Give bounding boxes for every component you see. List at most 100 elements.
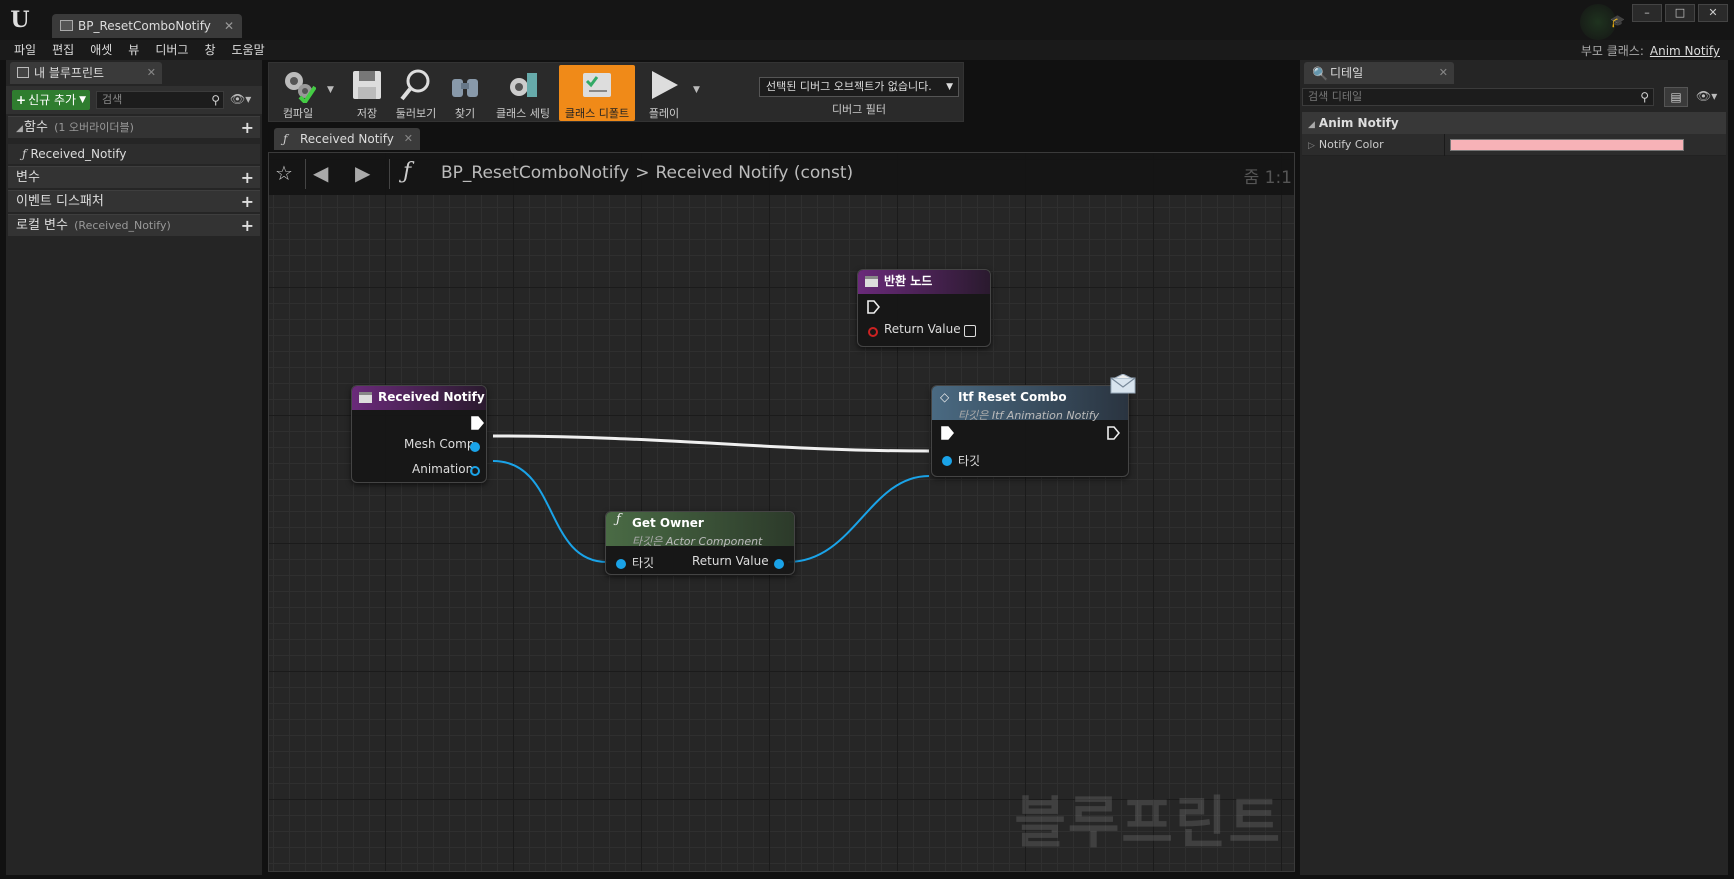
received-notify-node[interactable]: Received Notify Mesh Comp Animation: [351, 385, 487, 483]
search-icon: ⚲: [1640, 90, 1649, 104]
blueprint-doc-icon: [60, 20, 73, 31]
close-icon[interactable]: ✕: [404, 128, 413, 150]
target-pin-icon[interactable]: [942, 456, 952, 466]
itf-reset-combo-title: Itf Reset Combo: [958, 390, 1067, 404]
blueprint-toolbar: 컴파일 ▼ 저장 둘러보기 찾기 클래스 세팅 클래스 디폴트 플레이 ▼ 선택…: [268, 62, 964, 122]
compile-label: 컴파일: [282, 107, 314, 120]
target-pin-label: 타깃: [632, 556, 655, 570]
event-dispatchers-section[interactable]: 이벤트 디스패처 +: [8, 190, 260, 212]
details-tab[interactable]: 🔍 디테일 ✕: [1304, 62, 1454, 84]
menu-asset[interactable]: 애셋: [82, 40, 120, 60]
menu-edit[interactable]: 편집: [44, 40, 82, 60]
details-magnifier-icon: 🔍: [1312, 67, 1329, 82]
find-button[interactable]: 찾기: [445, 65, 485, 121]
exec-input-pin-icon[interactable]: [940, 426, 954, 440]
menu-help[interactable]: 도움말: [224, 40, 273, 60]
property-matrix-icon[interactable]: ▤: [1664, 87, 1688, 107]
class-defaults-button[interactable]: 클래스 디폴트: [559, 65, 635, 121]
minimize-button[interactable]: –: [1632, 4, 1662, 22]
my-blueprint-panel: 내 블루프린트 ✕ + 신규 추가 ▼ 검색 ⚲ 👁▾ ◢함수 (1 오버라이더블…: [6, 60, 262, 875]
save-label: 저장: [356, 107, 378, 120]
local-variables-section[interactable]: 로컬 변수 (Received_Notify) +: [8, 214, 260, 236]
itf-reset-combo-node[interactable]: ◇ Itf Reset Combo 타깃은 Itf Animation Noti…: [931, 374, 1136, 477]
itf-reset-combo-header: ◇ Itf Reset Combo 타깃은 Itf Animation Noti…: [932, 386, 1128, 422]
graph-canvas[interactable]: ☆ ◀ ▶ ƒ BP_ResetComboNotify > Received Not…: [268, 152, 1295, 872]
expand-arrow-icon[interactable]: ▷: [1308, 141, 1315, 151]
close-icon[interactable]: ✕: [224, 14, 234, 38]
notify-color-swatch[interactable]: [1450, 139, 1684, 151]
binoculars-icon: [452, 79, 478, 97]
add-dispatcher-icon[interactable]: +: [241, 191, 254, 213]
get-owner-node[interactable]: ƒ Get Owner 타깃은 Actor Component 타깃 Retur…: [605, 511, 795, 575]
maximize-button[interactable]: □: [1665, 4, 1695, 22]
menu-bar: 파일 편집 애셋 뷰 디버그 창 도움말 부모 클래스: Anim Notify: [0, 40, 1734, 60]
return-value-pin-icon[interactable]: [868, 327, 878, 337]
exec-output-pin-icon[interactable]: [470, 416, 484, 430]
compile-gear-icon: [285, 72, 316, 103]
return-node[interactable]: 반환 노드 Return Value: [857, 269, 991, 347]
add-function-icon[interactable]: +: [241, 117, 254, 139]
chevron-down-icon: ▼: [946, 82, 953, 92]
add-local-variable-icon[interactable]: +: [241, 215, 254, 237]
function-icon: ƒ: [616, 512, 621, 527]
graduation-cap-icon[interactable]: 🎓: [1610, 14, 1626, 28]
parent-class: 부모 클래스: Anim Notify: [1581, 42, 1720, 59]
return-value-checkbox[interactable]: [964, 325, 976, 337]
title-bar: U BP_ResetComboNotify ✕ 🎓 – □ ✕: [0, 0, 1734, 40]
get-owner-header: ƒ Get Owner 타깃은 Actor Component: [606, 512, 794, 548]
menu-window[interactable]: 창: [196, 40, 223, 60]
functions-section[interactable]: ◢함수 (1 오버라이더블) +: [8, 116, 260, 138]
variables-label: 변수: [16, 170, 40, 185]
functions-sub: (1 오버라이더블): [54, 121, 134, 134]
save-button[interactable]: 저장: [347, 65, 387, 121]
notify-color-row: ▷ Notify Color: [1302, 134, 1726, 156]
interface-diamond-icon: ◇: [940, 390, 950, 404]
my-blueprint-tab[interactable]: 내 블루프린트 ✕: [10, 62, 162, 84]
add-new-button[interactable]: + 신규 추가 ▼: [12, 90, 90, 110]
anim-notify-section-label: Anim Notify: [1318, 116, 1399, 130]
function-override-icon: ƒ: [22, 147, 27, 161]
exec-input-pin-icon[interactable]: [866, 300, 880, 314]
debug-filter-label: 디버그 필터: [831, 103, 887, 116]
chevron-down-icon: ▼: [79, 95, 86, 105]
anim-notify-section[interactable]: ◢ Anim Notify: [1302, 112, 1726, 134]
graph-tab-received-notify[interactable]: ƒ Received Notify ✕: [274, 128, 420, 150]
view-options-icon[interactable]: 👁▾: [230, 92, 251, 106]
search-icon: ⚲: [211, 93, 220, 107]
close-icon[interactable]: ✕: [1439, 62, 1448, 84]
play-options-dropdown[interactable]: ▼: [693, 85, 700, 95]
details-search-input[interactable]: 검색 디테일 ⚲: [1302, 88, 1654, 106]
parent-class-label: 부모 클래스:: [1580, 44, 1644, 58]
received-notify-header: Received Notify: [352, 386, 486, 410]
menu-debug[interactable]: 디버그: [147, 40, 196, 60]
search-input[interactable]: 검색 ⚲: [96, 91, 224, 109]
menu-file[interactable]: 파일: [6, 40, 44, 60]
return-value-pin-label: Return Value: [884, 322, 961, 336]
parent-class-link[interactable]: Anim Notify: [1650, 44, 1720, 58]
browse-button[interactable]: 둘러보기: [391, 65, 441, 121]
class-defaults-checklist-icon: [583, 73, 611, 97]
add-variable-icon[interactable]: +: [241, 167, 254, 189]
variables-section[interactable]: 변수 +: [8, 166, 260, 188]
menu-view[interactable]: 뷰: [120, 40, 147, 60]
debug-object-value: 선택된 디버그 오브젝트가 없습니다.: [766, 80, 932, 93]
return-value-pin-icon[interactable]: [774, 559, 784, 569]
function-item-received-notify[interactable]: ƒ Received_Notify: [8, 144, 260, 164]
play-button[interactable]: 플레이: [639, 65, 689, 121]
close-icon[interactable]: ✕: [147, 62, 156, 84]
view-options-icon[interactable]: 👁▾: [1696, 89, 1717, 103]
animation-pin-label: Animation: [412, 462, 474, 476]
class-settings-label: 클래스 세팅: [495, 107, 551, 120]
mesh-comp-pin-icon[interactable]: [470, 442, 480, 452]
compile-button[interactable]: 컴파일: [273, 65, 323, 121]
return-value-pin-label: Return Value: [692, 554, 769, 568]
received-notify-title: Received Notify: [378, 390, 485, 404]
target-pin-icon[interactable]: [616, 559, 626, 569]
exec-output-pin-icon[interactable]: [1106, 426, 1120, 440]
document-tab[interactable]: BP_ResetComboNotify ✕: [52, 14, 242, 38]
animation-pin-icon[interactable]: [470, 466, 480, 476]
compile-options-dropdown[interactable]: ▼: [327, 85, 334, 95]
close-window-button[interactable]: ✕: [1698, 4, 1728, 22]
class-settings-button[interactable]: 클래스 세팅: [491, 65, 555, 121]
debug-object-select[interactable]: 선택된 디버그 오브젝트가 없습니다. ▼: [759, 77, 959, 97]
